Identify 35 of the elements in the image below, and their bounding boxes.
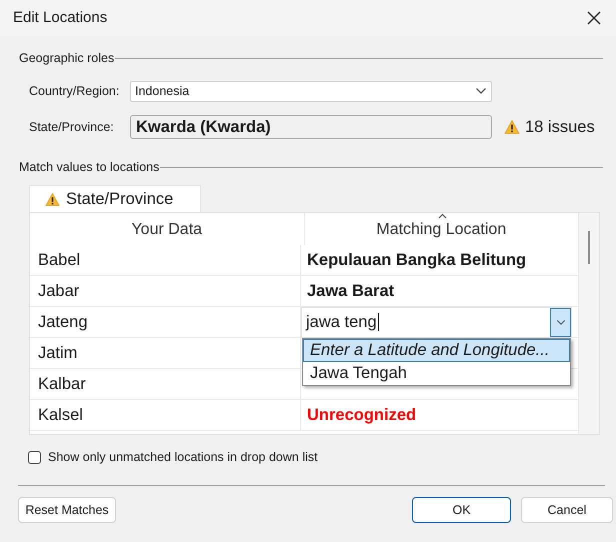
field-label: State/Province:	[29, 118, 115, 136]
scrollbar[interactable]	[578, 213, 599, 434]
chevron-down-icon	[475, 87, 487, 95]
table-cell-text: Unrecognized	[306, 404, 416, 426]
dialog-button[interactable]: Cancel	[521, 497, 613, 523]
window-title: Edit Locations	[13, 8, 108, 28]
sort-ascending-icon	[438, 213, 447, 219]
close-icon	[586, 10, 602, 26]
dropdown-option[interactable]: Jawa Tengah	[303, 362, 570, 385]
scrollbar-thumb[interactable]	[588, 231, 590, 264]
table-cell: Babel	[30, 245, 301, 275]
field-label: Country/Region:	[29, 82, 120, 100]
table-cell: Jabar	[30, 276, 301, 306]
dialog-button[interactable]: OK	[412, 497, 511, 523]
group-title: Match values to locations	[19, 158, 160, 176]
table-cell-text: Jawa Barat	[306, 280, 394, 302]
dropdown-button[interactable]	[550, 308, 571, 336]
column-header[interactable]: Your Data	[30, 213, 305, 245]
checkbox-label: Show only unmatched locations in drop down list	[48, 448, 318, 466]
location-combo-field[interactable]: jawa teng	[301, 306, 572, 338]
dropdown-option[interactable]: Enter a Latitude and Longitude...	[303, 339, 570, 362]
state-field: Kwarda (Kwarda)	[130, 115, 492, 139]
warning-icon	[504, 119, 520, 135]
chevron-down-icon	[556, 318, 566, 326]
table-cell: Kalsel	[30, 400, 301, 430]
country-select[interactable]: Indonesia	[130, 80, 492, 102]
issues-count: 18 issues	[525, 116, 595, 138]
column-header[interactable]: Matching Location	[304, 213, 578, 245]
tab[interactable]: State/Province	[29, 185, 201, 212]
table-cell-text: Kepulauan Bangka Belitung	[306, 250, 526, 271]
table-cell: Jatim	[30, 338, 301, 368]
table-cell: Kalbar	[30, 369, 301, 399]
checkbox[interactable]	[28, 450, 41, 464]
dialog-button[interactable]: Reset Matches	[18, 497, 116, 523]
group-title: Geographic roles	[19, 50, 114, 67]
